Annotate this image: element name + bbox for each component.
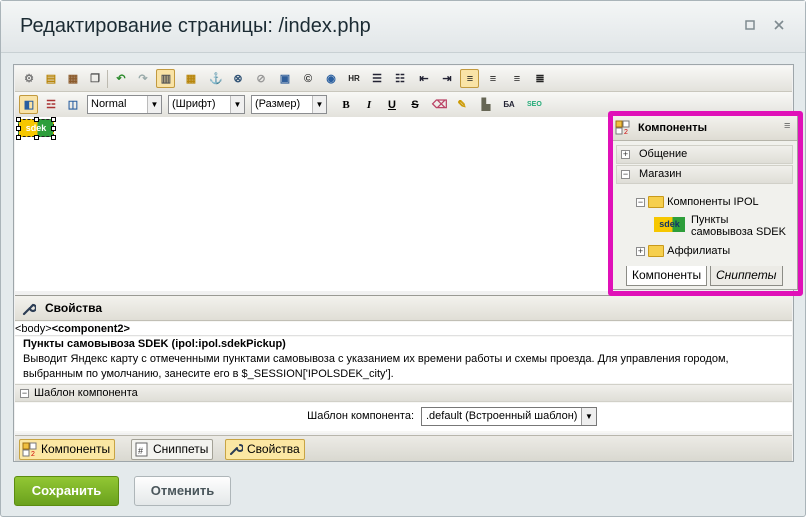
cancel-button[interactable]: Отменить: [134, 476, 231, 506]
underline-icon: U: [388, 99, 396, 111]
eraser-icon[interactable]: ⌫: [428, 95, 448, 114]
properties-title: Свойства: [45, 301, 103, 315]
undo-icon[interactable]: ↶: [111, 69, 130, 88]
bold-button[interactable]: B: [336, 95, 355, 114]
component-description: Пункты самовывоза SDEK (ipol:ipol.sdekPi…: [15, 337, 792, 383]
close-icon[interactable]: [771, 19, 787, 35]
table-icon[interactable]: ▦: [181, 69, 200, 88]
properties-tab-label: Свойства: [247, 442, 300, 456]
snippets-tab-button[interactable]: # Сниппеты: [131, 439, 214, 460]
components-tab-button[interactable]: 2 Компоненты: [19, 439, 116, 460]
wrench-icon: [21, 301, 38, 316]
template-field-row: Шаблон компонента: .default (Встроенный …: [15, 403, 792, 431]
template-section-header[interactable]: − Шаблон компонента: [15, 384, 792, 402]
split-mode-icon[interactable]: ◫: [63, 95, 82, 114]
underline-button[interactable]: U: [382, 95, 401, 114]
description-line-2: выбранным по умолчанию, занесите его в $…: [23, 368, 394, 380]
copyright-icon[interactable]: ©: [298, 69, 317, 88]
properties-tab-button[interactable]: Свойства: [225, 439, 305, 460]
description-line-1: Выводит Яндекс карту с отмеченными пункт…: [23, 353, 729, 365]
editor-content-area[interactable]: sdek: [15, 117, 609, 291]
resize-handle[interactable]: [16, 117, 21, 122]
unlink-icon[interactable]: ⊘: [251, 69, 270, 88]
maximize-icon[interactable]: [742, 19, 758, 35]
resize-handle[interactable]: [51, 117, 56, 122]
dialog-titlebar[interactable]: Редактирование страницы: /index.php: [1, 1, 805, 53]
unordered-list-icon[interactable]: ☷: [390, 69, 409, 88]
italic-icon: I: [366, 99, 372, 111]
code-mode-icon[interactable]: ☲: [41, 95, 60, 114]
dialog-title: Редактирование страницы: /index.php: [20, 15, 371, 37]
svg-text:2: 2: [31, 451, 35, 457]
save-button[interactable]: Сохранить: [14, 476, 119, 506]
justify-icon[interactable]: ≣: [530, 69, 549, 88]
format-select[interactable]: Normal ▼: [87, 95, 162, 114]
wrench-icon: [228, 442, 244, 457]
table-border-icon[interactable]: ▥: [156, 69, 175, 88]
components-icon: 2: [22, 442, 37, 458]
breadcrumb-component[interactable]: <component2>: [52, 323, 130, 335]
breadcrumb-body[interactable]: <body>: [15, 323, 52, 335]
template-section-title: Шаблон компонента: [34, 387, 138, 399]
strike-icon: S: [411, 99, 419, 111]
highlight-frame: [608, 111, 803, 296]
chevron-down-icon: ▼: [230, 96, 244, 113]
component-name: Пункты самовывоза SDEK (ipol:ipol.sdekPi…: [23, 338, 286, 350]
paste-icon[interactable]: ▙: [476, 95, 495, 114]
chevron-down-icon: ▼: [312, 96, 326, 113]
template-select[interactable]: .default (Встроенный шаблон) ▼: [421, 407, 597, 426]
clean-format-icon[interactable]: ✎: [452, 95, 471, 114]
collapse-icon[interactable]: −: [20, 388, 29, 398]
redo-icon[interactable]: ↷: [133, 69, 152, 88]
outdent-icon[interactable]: ⇤: [414, 69, 433, 88]
align-left-icon[interactable]: ≡: [460, 69, 479, 88]
hr-icon[interactable]: HR: [344, 69, 363, 88]
properties-panel: Свойства <body><component2> Пункты самов…: [15, 295, 792, 433]
format-select-value: Normal: [91, 98, 127, 110]
svg-text:#: #: [138, 446, 143, 456]
ordered-list-icon[interactable]: ☰: [367, 69, 386, 88]
resize-handle[interactable]: [34, 135, 39, 140]
bottom-taskbar-tabs: 2 Компоненты # Сниппеты Свойства: [15, 435, 792, 461]
template-icon[interactable]: ▦: [63, 69, 82, 88]
snippets-tab-label: Сниппеты: [153, 442, 209, 456]
resize-handle[interactable]: [51, 126, 56, 131]
bold-icon: B: [342, 99, 350, 111]
resize-handle[interactable]: [34, 117, 39, 122]
edit-page-dialog: Редактирование страницы: /index.php ⚙ ▤ …: [0, 0, 806, 517]
snippets-icon: #: [134, 442, 149, 457]
resize-handle[interactable]: [16, 126, 21, 131]
page-properties-icon[interactable]: ▤: [41, 69, 60, 88]
properties-header: Свойства: [15, 296, 792, 321]
chevron-down-icon: ▼: [581, 408, 596, 425]
align-center-icon[interactable]: ≡: [483, 69, 502, 88]
template-select-value: .default (Встроенный шаблон): [426, 410, 578, 422]
components-tab-label: Компоненты: [41, 442, 111, 456]
anchor-icon[interactable]: ⚓: [205, 69, 224, 88]
align-right-icon[interactable]: ≡: [507, 69, 526, 88]
breadcrumb: <body><component2>: [15, 322, 792, 336]
image-icon[interactable]: ▣: [275, 69, 294, 88]
size-select-value: (Размер): [255, 98, 301, 110]
resize-handle[interactable]: [16, 135, 21, 140]
settings-icon[interactable]: ⚙: [19, 69, 38, 88]
font-select[interactable]: (Шрифт) ▼: [168, 95, 245, 114]
wysiwyg-mode-icon[interactable]: ◧: [19, 95, 38, 114]
strike-button[interactable]: S: [405, 95, 424, 114]
flash-icon[interactable]: ◉: [321, 69, 340, 88]
chevron-down-icon: ▼: [147, 96, 161, 113]
size-select[interactable]: (Размер) ▼: [251, 95, 327, 114]
resize-handle[interactable]: [51, 135, 56, 140]
italic-button[interactable]: I: [359, 95, 378, 114]
seo-icon[interactable]: SEO: [523, 95, 542, 114]
spellcheck-icon[interactable]: БА: [499, 95, 518, 114]
toolbar-separator: [107, 70, 108, 88]
indent-icon[interactable]: ⇥: [437, 69, 456, 88]
font-select-value: (Шрифт): [172, 98, 216, 110]
copy-icon[interactable]: ❐: [85, 69, 104, 88]
template-field-label: Шаблон компонента:: [307, 410, 414, 422]
toolbar-row-1: ⚙ ▤ ▦ ❐ ↶ ↷ ▥ ▦ ⚓ ⊗ ⊘ ▣ © ◉ HR ☰ ☷ ⇤ ⇥ ≡…: [15, 66, 792, 92]
link-icon[interactable]: ⊗: [228, 69, 247, 88]
